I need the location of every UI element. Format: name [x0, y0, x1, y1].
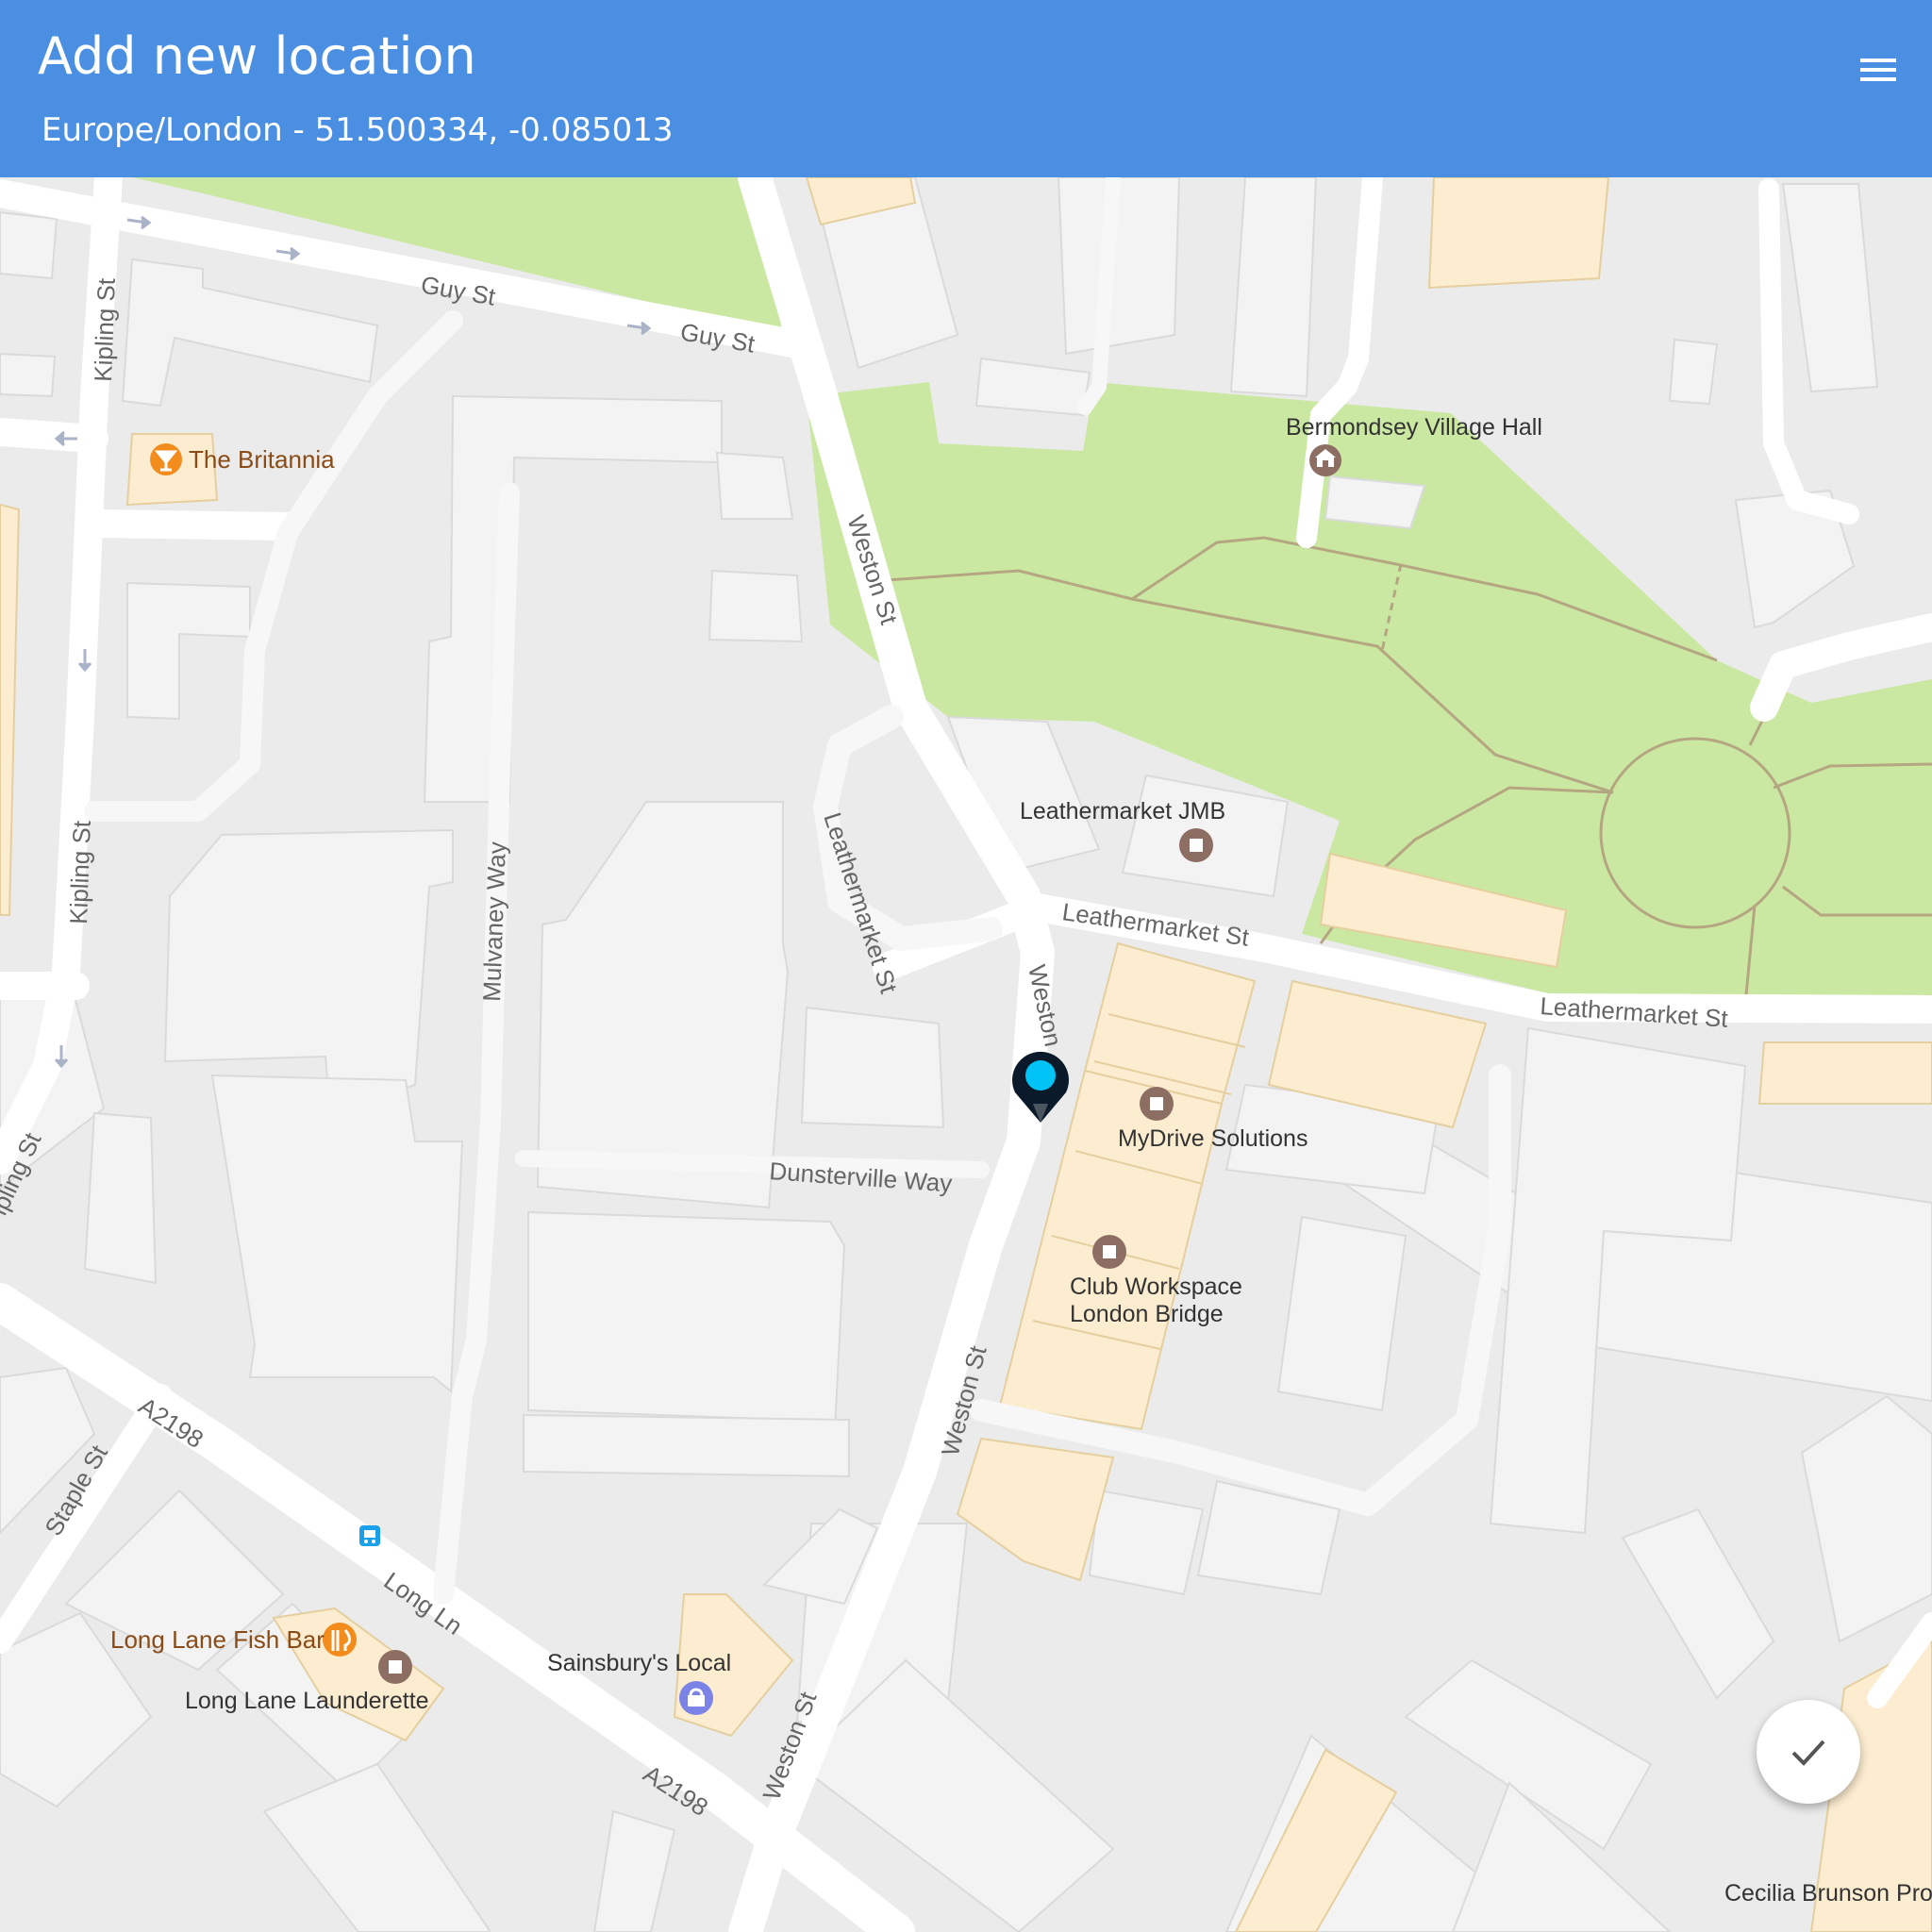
- business-icon[interactable]: [378, 1650, 412, 1684]
- page-title: Add new location: [38, 26, 476, 86]
- road-label-mulvaney-way: Mulvaney Way: [477, 841, 511, 1002]
- place-label-launderette[interactable]: Long Lane Launderette: [185, 1688, 429, 1714]
- app-bar: Add new location Europe/London - 51.5003…: [0, 0, 1932, 177]
- place-label-britannia[interactable]: The Britannia: [189, 445, 335, 474]
- bus-stop-icon[interactable]: [359, 1525, 380, 1546]
- map-view[interactable]: Guy St Guy St Kipling St Kipling St ipli…: [0, 177, 1932, 1932]
- place-label-fish-bar[interactable]: Long Lane Fish Bar: [110, 1625, 325, 1654]
- place-label-cecilia[interactable]: Cecilia Brunson Pro: [1724, 1880, 1932, 1907]
- hamburger-icon[interactable]: [1857, 53, 1902, 91]
- business-icon[interactable]: [1179, 828, 1213, 862]
- bar-icon[interactable]: [150, 443, 182, 475]
- check-icon: [1791, 1740, 1825, 1766]
- place-label-club-workspace[interactable]: Club Workspace: [1070, 1274, 1242, 1300]
- road-label-kipling-st-1: Kipling St: [89, 277, 121, 383]
- confirm-button[interactable]: [1757, 1700, 1860, 1804]
- place-label-leathermarket-jmb[interactable]: Leathermarket JMB: [1020, 798, 1225, 824]
- business-icon[interactable]: [1140, 1087, 1174, 1121]
- place-label-mydrive[interactable]: MyDrive Solutions: [1118, 1125, 1307, 1152]
- place-label-village-hall[interactable]: Bermondsey Village Hall: [1286, 414, 1542, 441]
- restaurant-icon[interactable]: [323, 1623, 357, 1657]
- town-hall-icon[interactable]: [1309, 444, 1341, 476]
- place-label-london-bridge[interactable]: London Bridge: [1070, 1301, 1224, 1327]
- business-icon[interactable]: [1092, 1235, 1126, 1269]
- shopping-icon[interactable]: [679, 1681, 713, 1715]
- place-label-sainsburys[interactable]: Sainsbury's Local: [547, 1650, 731, 1676]
- location-subtitle: Europe/London - 51.500334, -0.085013: [42, 111, 674, 149]
- map-canvas[interactable]: Guy St Guy St Kipling St Kipling St ipli…: [0, 177, 1932, 1932]
- road-label-kipling-st-2: Kipling St: [64, 820, 96, 925]
